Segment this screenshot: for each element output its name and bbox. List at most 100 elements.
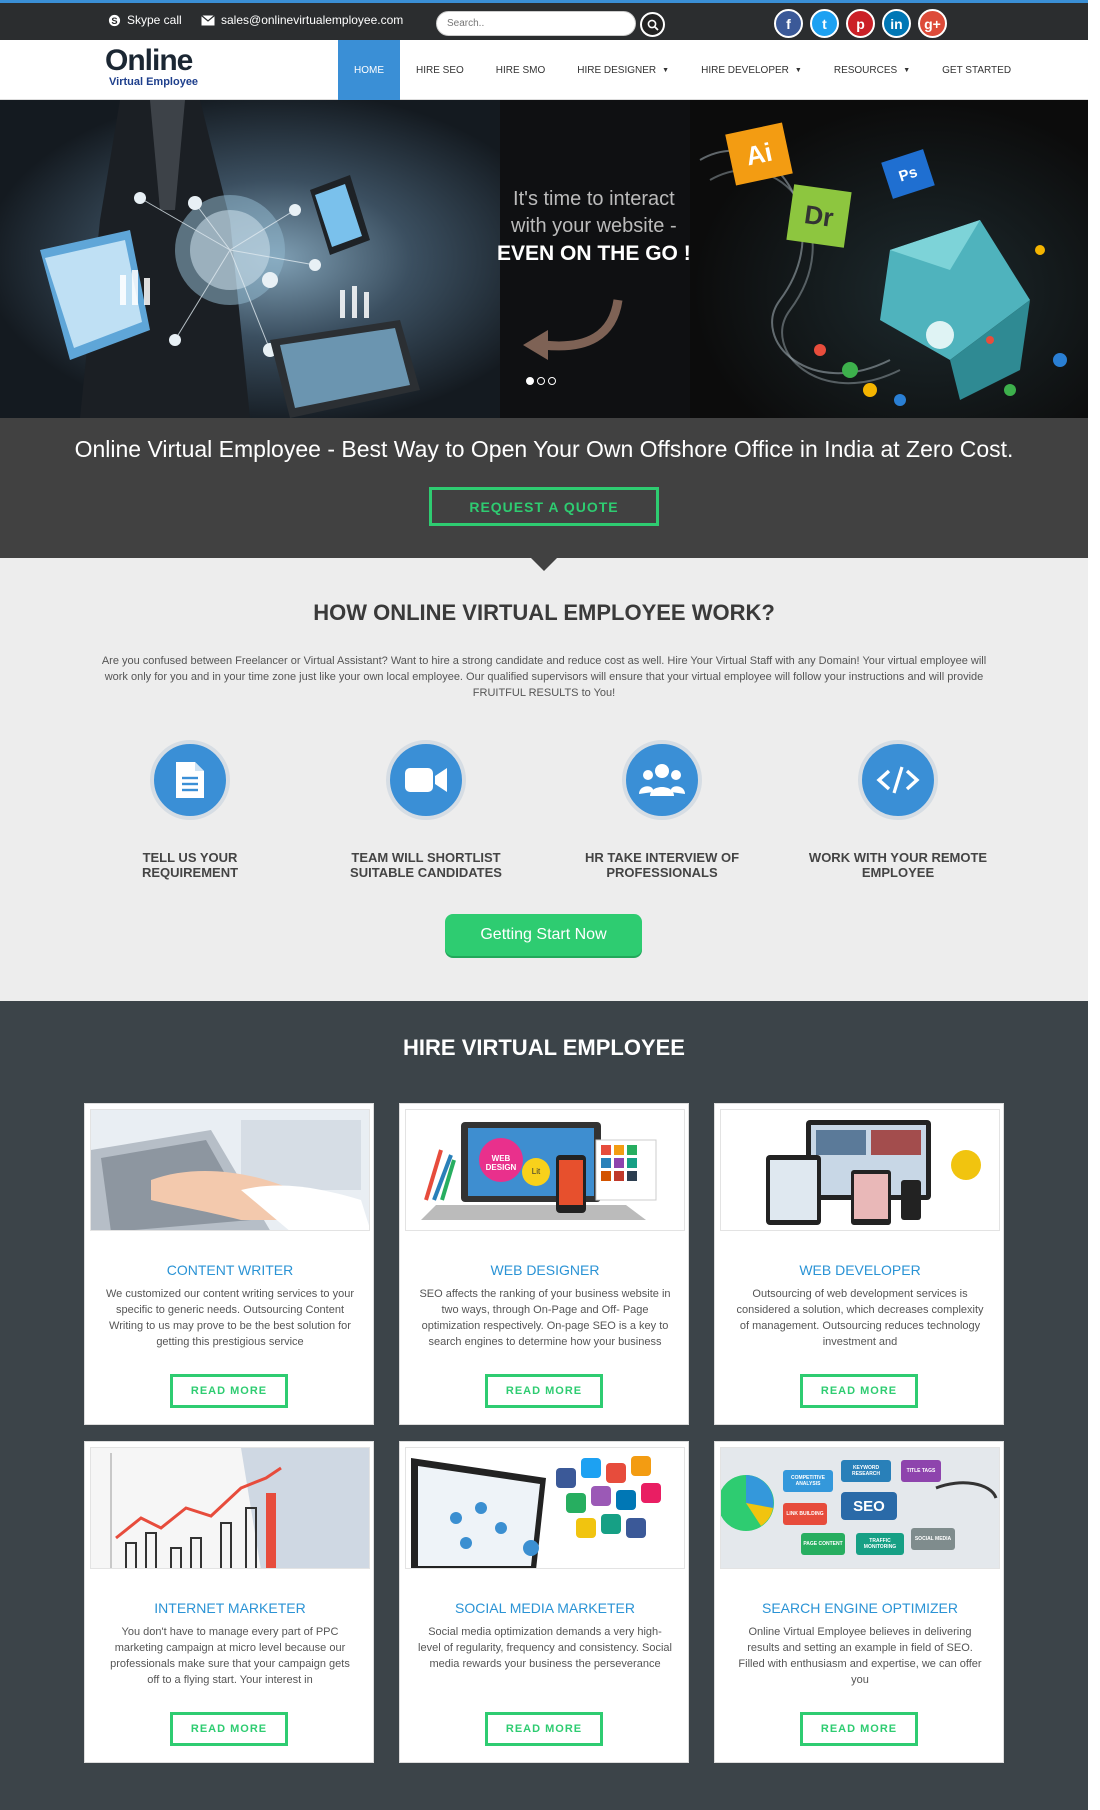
how-title: HOW ONLINE VIRTUAL EMPLOYEE WORK? (313, 600, 775, 625)
hero-tech-image (0, 100, 500, 418)
social-media-image (405, 1447, 685, 1569)
facebook-icon[interactable]: f (774, 9, 803, 38)
logo[interactable]: Online Virtual Employee (105, 44, 199, 89)
web-developer-image (720, 1109, 1000, 1231)
slider-dots (526, 377, 556, 385)
card-text: Online Virtual Employee believes in deli… (738, 1626, 982, 1686)
email-label: sales@onlinevirtualemployee.com (221, 13, 404, 27)
email-link[interactable]: sales@onlinevirtualemployee.com (201, 13, 403, 27)
nav-item-resources[interactable]: RESOURCES ▼ (818, 40, 926, 100)
step-label: TELL US YOUR REQUIREMENT (141, 850, 239, 880)
link-building-key: LINK BUILDING (783, 1503, 827, 1525)
code-icon (876, 766, 920, 794)
envelope-icon (201, 14, 215, 25)
step-label: TEAM WILL SHORTLIST SUITABLE CANDIDATES (350, 850, 502, 880)
nav-item-hire-smo[interactable]: HIRE SMO (480, 40, 561, 100)
search-icon (647, 19, 659, 31)
traffic-monitoring-key: TRAFFIC MONITORING (856, 1533, 904, 1555)
nav-item-label: HIRE SEO (416, 64, 464, 76)
search-button[interactable] (640, 12, 665, 37)
skype-link[interactable]: S Skype call (108, 13, 182, 27)
logo-main-text: Online (105, 44, 193, 77)
hero-text: It's time to interact with your website … (497, 186, 691, 267)
dr-badge: Dr (786, 184, 852, 248)
seo-key: SEO (841, 1492, 897, 1520)
step-icon-circle (150, 740, 230, 820)
hire-section: HIRE VIRTUAL EMPLOYEE CONTENT WRITER We … (0, 1001, 1088, 1810)
cta-banner: Online Virtual Employee - Best Way to Op… (0, 418, 1088, 558)
pinterest-icon[interactable]: p (846, 9, 875, 38)
read-more-button[interactable]: READ MORE (800, 1712, 918, 1746)
card-title: SEARCH ENGINE OPTIMIZER (761, 1600, 959, 1616)
twitter-icon[interactable]: t (810, 9, 839, 38)
hero-slider: It's time to interact with your website … (0, 100, 1088, 418)
hero-line-1: It's time to interact (513, 188, 675, 210)
card-text: SEO affects the ranking of your business… (419, 1288, 671, 1348)
nav-item-label: GET STARTED (942, 64, 1012, 76)
step-shortlist: TEAM WILL SHORTLIST SUITABLE CANDIDATES (331, 740, 521, 880)
request-quote-button[interactable]: REQUEST A QUOTE (429, 487, 659, 526)
read-more-button[interactable]: READ MORE (485, 1374, 603, 1408)
nav-item-hire-seo[interactable]: HIRE SEO (400, 40, 480, 100)
nav-item-label: HOME (354, 64, 384, 76)
read-more-button[interactable]: READ MORE (170, 1374, 288, 1408)
card-title: WEB DEVELOPER (799, 1262, 921, 1278)
card-web-developer: WEB DEVELOPER Outsourcing of web develop… (714, 1103, 1004, 1425)
top-bar: S Skype call sales@onlinevirtualemployee… (0, 0, 1088, 40)
how-description: Are you confused between Freelancer or V… (101, 655, 987, 699)
hero-tech-illustration (40, 100, 420, 418)
nav-item-hire-developer[interactable]: HIRE DEVELOPER ▼ (685, 40, 818, 100)
main-nav: Online Virtual Employee HOME HIRE SEO HIRE… (0, 40, 1088, 100)
hero-creative-image: Ai Dr Ps (690, 100, 1088, 418)
slider-dot-1[interactable] (526, 377, 534, 385)
nav-item-label: RESOURCES (833, 64, 898, 76)
hero-line-2: with your website - (511, 215, 677, 237)
nav-item-home[interactable]: HOME (338, 40, 400, 100)
skype-label: Skype call (127, 13, 182, 27)
nav-item-hire-designer[interactable]: HIRE DESIGNER ▼ (561, 40, 685, 100)
dropdown-caret-icon: ▼ (794, 66, 802, 74)
card-text: Outsourcing of web development services … (736, 1288, 984, 1348)
card-text: We customized our content writing servic… (105, 1288, 354, 1348)
document-icon (176, 762, 204, 798)
card-title: WEB DESIGNER (490, 1262, 600, 1278)
nav-item-get-started[interactable]: GET STARTED (926, 40, 1027, 100)
svg-text:S: S (111, 15, 117, 25)
nav-item-label: HIRE DEVELOPER (701, 64, 789, 76)
card-title: SOCIAL MEDIA MARKETER (455, 1600, 635, 1616)
card-title: INTERNET MARKETER (154, 1600, 306, 1616)
getting-start-button[interactable]: Getting Start Now (445, 914, 642, 956)
search-input[interactable] (436, 11, 636, 36)
card-web-designer: WEB DESIGN Lit WEB DESIGNER SEO affects … (399, 1103, 689, 1425)
slider-dot-2[interactable] (537, 377, 545, 385)
social-media-key: SOCIAL MEDIA (911, 1528, 955, 1550)
seo-image: SEO LINK BUILDING PAGE CONTENT KEYWORD R… (720, 1447, 1000, 1569)
read-more-button[interactable]: READ MORE (485, 1712, 603, 1746)
step-requirement: TELL US YOUR REQUIREMENT (95, 740, 285, 880)
skype-icon: S (108, 14, 121, 26)
hire-title: HIRE VIRTUAL EMPLOYEE (403, 1035, 685, 1060)
web-design-screen-label: WEB DESIGN (485, 1154, 517, 1172)
read-more-button[interactable]: READ MORE (170, 1712, 288, 1746)
users-icon (639, 764, 685, 796)
title-tags-key: TITLE TAGS (901, 1460, 941, 1482)
logo-sub-text: Virtual Employee (109, 76, 199, 88)
read-more-button[interactable]: READ MORE (800, 1374, 918, 1408)
card-search-engine-optimizer: SEO LINK BUILDING PAGE CONTENT KEYWORD R… (714, 1441, 1004, 1763)
step-interview: HR TAKE INTERVIEW OF PROFESSIONALS (567, 740, 757, 880)
nav-item-label: HIRE SMO (495, 64, 546, 76)
googleplus-icon[interactable]: g+ (918, 9, 947, 38)
hero-line-3: EVEN ON THE GO ! (497, 242, 691, 265)
step-label: WORK WITH YOUR REMOTE EMPLOYEE (808, 850, 988, 880)
linkedin-icon[interactable]: in (882, 9, 911, 38)
internet-marketer-image (90, 1447, 370, 1569)
card-text: Social media optimization demands a very… (418, 1626, 672, 1670)
page-margin (1088, 0, 1100, 1810)
step-label: HR TAKE INTERVIEW OF PROFESSIONALS (584, 850, 740, 880)
page-content: S Skype call sales@onlinevirtualemployee… (0, 0, 1088, 1810)
slider-dot-3[interactable] (548, 377, 556, 385)
card-text: You don't have to manage every part of P… (110, 1626, 350, 1686)
how-it-works-section: HOW ONLINE VIRTUAL EMPLOYEE WORK? Are yo… (0, 558, 1088, 1001)
banner-title: Online Virtual Employee - Best Way to Op… (74, 436, 1014, 462)
page-content-key: PAGE CONTENT (801, 1533, 845, 1555)
